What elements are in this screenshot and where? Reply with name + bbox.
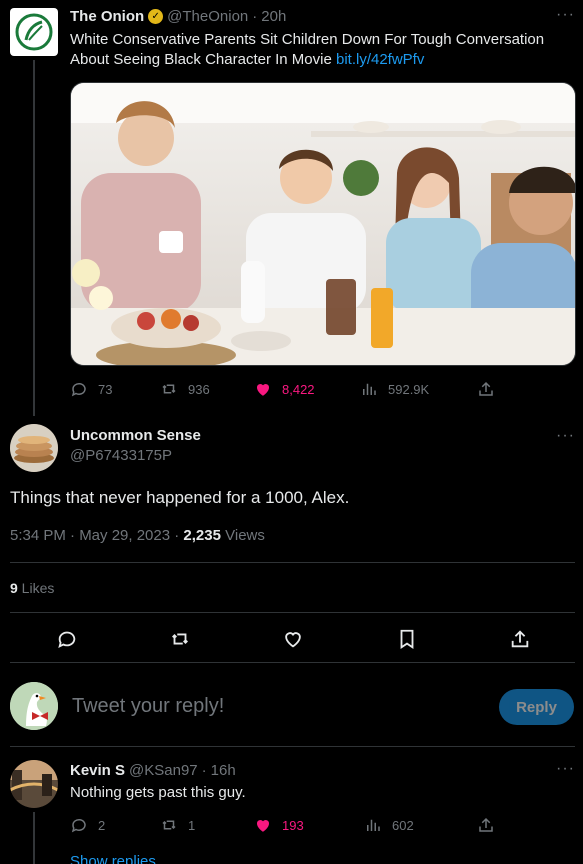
uncommon-sense-avatar[interactable] — [10, 424, 58, 472]
divider — [10, 562, 575, 563]
focus-retweet-button[interactable] — [169, 628, 191, 655]
family-kitchen-photo — [71, 83, 575, 365]
analytics-icon — [367, 819, 380, 831]
divider — [10, 746, 575, 747]
reply-reply-action[interactable]: 2 — [70, 816, 105, 834]
tweet-timestamp[interactable]: 5:34 PM · May 29, 2023 · — [10, 527, 183, 544]
share-icon — [511, 630, 529, 648]
analytics-icon — [363, 383, 376, 395]
reply-submit-button[interactable]: Reply — [499, 689, 574, 725]
reply-author-row: Kevin S @KSan97 · 16h — [70, 762, 236, 779]
reply-author-handle[interactable]: @KSan97 — [129, 762, 198, 779]
reply-count: 73 — [98, 381, 113, 397]
reply-author-name[interactable]: Kevin S — [70, 762, 125, 779]
verified-badge-icon: ✓ — [148, 9, 164, 24]
comment-icon — [71, 818, 86, 833]
reply-reply-count: 2 — [98, 817, 106, 833]
reply-views-count: 602 — [392, 817, 414, 833]
retweet-action[interactable]: 936 — [160, 380, 210, 398]
parent-tweet-text: White Conservative Parents Sit Children … — [70, 31, 545, 68]
share-icon — [479, 381, 493, 396]
parent-author-row: The Onion ✓ @TheOnion · 20h — [70, 8, 287, 25]
reply-like-count: 193 — [282, 817, 304, 833]
reply-more-options-icon[interactable]: ··· — [556, 760, 575, 778]
likes-number: 9 — [10, 580, 18, 596]
reply-time[interactable]: 16h — [211, 762, 236, 779]
parent-author-handle[interactable]: @TheOnion — [167, 8, 248, 25]
share-action[interactable] — [477, 380, 495, 398]
bookmark-icon — [400, 629, 414, 649]
reply-like-action[interactable]: 193 — [254, 816, 304, 834]
focus-reply-button[interactable] — [56, 628, 78, 655]
divider — [10, 662, 575, 663]
retweet-icon — [162, 820, 176, 830]
goose-avatar-image — [10, 682, 58, 730]
share-icon — [479, 817, 493, 832]
tweet-meta: 5:34 PM · May 29, 2023 · 2,235 Views — [10, 527, 265, 544]
onion-logo-icon — [15, 13, 53, 51]
likes-label: Likes — [17, 580, 55, 596]
divider — [10, 612, 575, 613]
views-label: Views — [220, 527, 265, 544]
focus-tweet-text: Things that never happened for a 1000, A… — [10, 488, 350, 507]
parent-time[interactable]: 20h — [261, 8, 286, 25]
likes-summary[interactable]: 9 Likes — [10, 580, 54, 596]
focus-share-button[interactable] — [509, 628, 531, 655]
own-avatar[interactable] — [10, 682, 58, 730]
reply-views-action[interactable]: 602 — [364, 816, 414, 834]
focus-author-handle[interactable]: @P67433175P — [70, 447, 172, 464]
onion-avatar[interactable] — [10, 8, 58, 56]
bridge-photo-image — [10, 760, 58, 808]
reply-retweet-action[interactable]: 1 — [160, 816, 195, 834]
kevin-avatar[interactable] — [10, 760, 58, 808]
heart-filled-icon — [256, 819, 270, 832]
thread-line — [33, 812, 35, 864]
views-count: 592.9K — [388, 381, 430, 397]
heart-outline-icon — [285, 632, 301, 648]
reply-tweet-text: Nothing gets past this guy. — [70, 784, 246, 801]
focus-more-options-icon[interactable]: ··· — [556, 427, 575, 445]
retweet-icon — [172, 633, 188, 645]
thread-line — [33, 60, 35, 416]
parent-author-name[interactable]: The Onion — [70, 8, 144, 25]
focus-author-name[interactable]: Uncommon Sense — [70, 427, 201, 444]
comment-icon — [71, 382, 86, 397]
article-link[interactable]: bit.ly/42fwPfv — [336, 51, 424, 68]
reply-share-action[interactable] — [477, 816, 495, 834]
tweet-photo[interactable] — [70, 82, 576, 366]
retweet-count: 936 — [188, 381, 210, 397]
reply-action[interactable]: 73 — [70, 380, 112, 398]
more-options-icon[interactable]: ··· — [556, 6, 575, 24]
like-count: 8,422 — [282, 381, 315, 397]
pancake-stack-image — [10, 424, 58, 472]
focus-like-button[interactable] — [282, 628, 304, 655]
reply-retweet-count: 1 — [188, 817, 196, 833]
reply-input[interactable]: Tweet your reply! — [72, 695, 224, 718]
views-number: 2,235 — [183, 527, 221, 544]
like-action[interactable]: 8,422 — [254, 380, 315, 398]
views-action[interactable]: 592.9K — [360, 380, 429, 398]
focus-bookmark-button[interactable] — [396, 628, 418, 655]
heart-filled-icon — [256, 383, 270, 396]
comment-icon — [58, 631, 76, 649]
show-replies-link[interactable]: Show replies — [70, 853, 156, 864]
retweet-icon — [162, 384, 176, 394]
